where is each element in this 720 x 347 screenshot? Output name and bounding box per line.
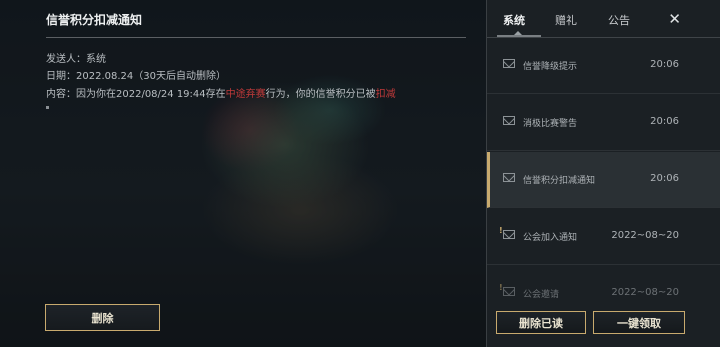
content-text-2: 行为，你的信誉积分已被 [265, 89, 376, 100]
message-item[interactable]: 信誉降级提示 20:06 [487, 38, 720, 94]
message-item[interactable]: 消极比赛警告 20:06 [487, 95, 720, 151]
tab-announcements[interactable]: 公告 [608, 12, 630, 28]
content-highlight-quit: 中途弃赛 [225, 89, 266, 100]
mail-notice-icon [499, 226, 515, 239]
message-time: 2022~08~20 [611, 230, 679, 241]
message-name: 信誉积分扣减通知 [523, 176, 596, 186]
mail-notice-icon [499, 283, 515, 296]
mail-icon [503, 59, 515, 68]
close-icon[interactable]: ✕ [668, 10, 681, 28]
message-item[interactable]: 公会邀请 2022~08~20 [487, 266, 720, 300]
content-line: 内容：因为你在2022/08/24 19:44存在中途弃赛行为，你的信誉积分已被… [46, 85, 396, 100]
sender-label: 发送人： [46, 54, 86, 65]
date-value: 2022.08.24 [76, 71, 134, 82]
message-detail: 信誉积分扣减通知 发送人：系统 日期：2022.08.24（30天后自动删除） … [0, 0, 486, 347]
message-name: 信誉降级提示 [523, 62, 578, 72]
message-time: 20:06 [650, 116, 679, 127]
tab-bar: 系统 赠礼 公告 ✕ [487, 0, 720, 38]
content-label: 内容： [46, 89, 76, 100]
claim-all-button[interactable]: 一键领取 [593, 311, 685, 334]
content-highlight-deduct: 扣减 [375, 89, 396, 100]
mail-panel: 系统 赠礼 公告 ✕ 信誉降级提示 20:06 消极比赛警告 20:06 信誉积… [486, 0, 720, 347]
active-tab-indicator [497, 35, 541, 37]
caret-up-icon [514, 31, 522, 35]
sender-line: 发送人：系统 [46, 50, 106, 65]
tab-system[interactable]: 系统 [503, 12, 525, 28]
tab-gifts[interactable]: 赠礼 [555, 12, 577, 28]
date-note: （30天后自动删除） [133, 71, 226, 82]
message-time: 2022~08~20 [611, 287, 679, 298]
date-label: 日期： [46, 71, 76, 82]
bullet-dot [46, 106, 49, 109]
content-text-1: 因为你在2022/08/24 19:44存在 [76, 89, 226, 100]
message-list[interactable]: 信誉降级提示 20:06 消极比赛警告 20:06 信誉积分扣减通知 20:06… [487, 38, 720, 300]
message-name: 消极比赛警告 [523, 119, 578, 129]
sender-value: 系统 [86, 54, 106, 65]
title-divider [46, 37, 466, 38]
message-name: 公会邀请 [523, 290, 560, 300]
date-line: 日期：2022.08.24（30天后自动删除） [46, 67, 226, 82]
message-name: 公会加入通知 [523, 233, 578, 243]
message-title: 信誉积分扣减通知 [46, 13, 143, 27]
message-time: 20:06 [650, 173, 679, 184]
message-time: 20:06 [650, 59, 679, 70]
delete-read-button[interactable]: 删除已读 [496, 311, 586, 334]
message-item[interactable]: 公会加入通知 2022~08~20 [487, 209, 720, 265]
mail-icon [503, 116, 515, 125]
message-item-selected[interactable]: 信誉积分扣减通知 20:06 [487, 152, 720, 208]
mail-icon [503, 173, 515, 182]
delete-button[interactable]: 删除 [45, 304, 160, 331]
